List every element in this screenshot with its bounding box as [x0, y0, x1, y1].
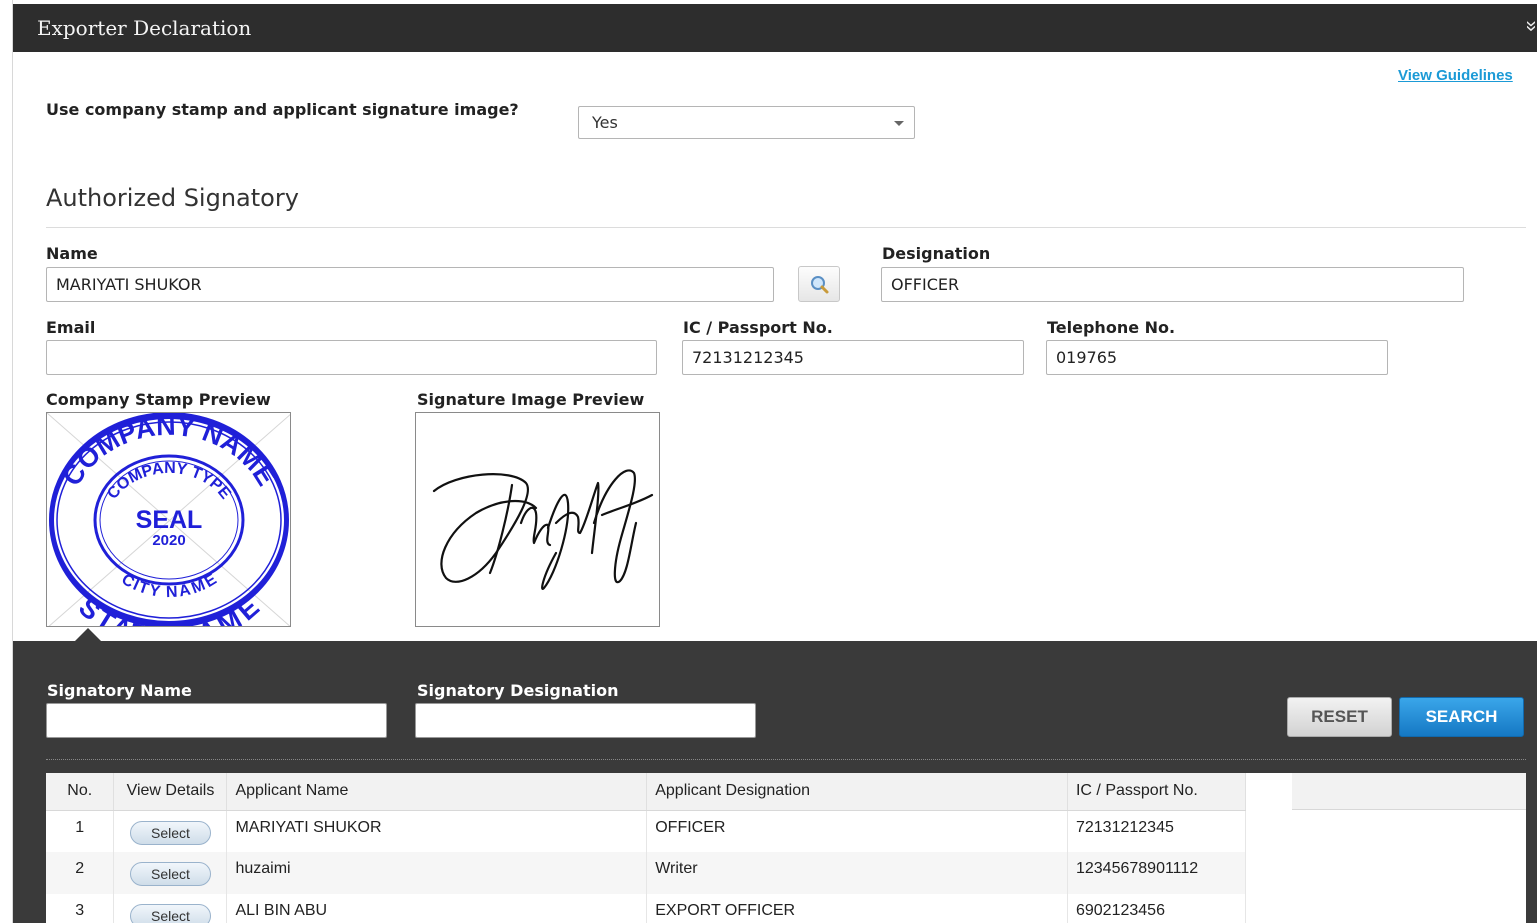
header-applicant-name[interactable]: Applicant Name — [226, 773, 648, 811]
search-panel-divider — [46, 759, 1526, 760]
cell-applicant-designation: Writer — [646, 852, 1068, 894]
select-button[interactable]: Select — [129, 904, 211, 923]
section-divider — [46, 227, 1526, 228]
use-stamp-select[interactable]: Yes — [578, 106, 915, 139]
svg-text:COMPANY NAME: COMPANY NAME — [57, 413, 282, 491]
signature-image — [432, 469, 654, 591]
designation-label: Designation — [882, 244, 991, 263]
page: Exporter Declaration » View Guidelines U… — [0, 0, 1537, 923]
cell-no: 1 — [46, 810, 115, 852]
signatory-table: No. View Details Applicant Name Applican… — [46, 773, 1526, 923]
panel-title: Exporter Declaration — [37, 16, 252, 40]
cell-applicant-designation: OFFICER — [646, 810, 1068, 852]
select-button[interactable]: Select — [129, 820, 211, 845]
designation-field[interactable]: OFFICER — [881, 267, 1464, 302]
signatory-designation-input[interactable] — [415, 703, 756, 738]
email-label: Email — [46, 318, 96, 337]
use-stamp-question-label: Use company stamp and applicant signatur… — [46, 100, 519, 119]
ic-passport-field[interactable]: 72131212345 — [682, 340, 1024, 375]
telephone-field[interactable]: 019765 — [1046, 340, 1388, 375]
table-row: 2 Select huzaimi Writer 12345678901112 — [46, 852, 1247, 894]
table-header-row: No. View Details Applicant Name Applican… — [46, 773, 1247, 811]
telephone-label: Telephone No. — [1047, 318, 1176, 337]
svg-text:COMPANY TYPE: COMPANY TYPE — [104, 460, 234, 503]
table-header-filler — [1292, 773, 1526, 810]
cell-no: 2 — [46, 852, 115, 894]
cell-applicant-name: huzaimi — [226, 852, 648, 894]
header-applicant-designation[interactable]: Applicant Designation — [646, 773, 1068, 811]
reset-button[interactable]: RESET — [1287, 697, 1392, 737]
company-stamp-preview: COMPANY NAME STATE NAME COMPANY TYPE CIT… — [46, 412, 291, 627]
email-field[interactable] — [46, 340, 657, 375]
table-row: 3 Select ALI BIN ABU EXPORT OFFICER 6902… — [46, 894, 1247, 923]
cell-view-details: Select — [113, 894, 228, 923]
name-field[interactable]: MARIYATI SHUKOR — [46, 267, 774, 302]
cell-ic-passport: 6902123456 — [1067, 894, 1247, 923]
signatory-designation-label: Signatory Designation — [417, 681, 619, 700]
stamp-center-text: SEAL — [136, 506, 203, 534]
section-title: Authorized Signatory — [46, 184, 299, 212]
cell-view-details: Select — [113, 810, 228, 852]
select-button[interactable]: Select — [129, 862, 211, 886]
cell-applicant-designation: EXPORT OFFICER — [646, 894, 1068, 923]
company-stamp-image: COMPANY NAME STATE NAME COMPANY TYPE CIT… — [47, 413, 290, 626]
cell-no: 3 — [46, 894, 115, 923]
name-label: Name — [46, 244, 98, 263]
left-edge — [0, 0, 13, 923]
signatory-name-input[interactable] — [46, 703, 387, 738]
stamp-preview-label: Company Stamp Preview — [46, 390, 271, 409]
table-row: 1 Select MARIYATI SHUKOR OFFICER 7213121… — [46, 810, 1247, 852]
signature-image-preview — [415, 412, 660, 627]
header-no[interactable]: No. — [46, 773, 115, 811]
cell-ic-passport: 72131212345 — [1067, 810, 1247, 852]
dropdown-arrow-icon — [894, 121, 904, 126]
header-view-details[interactable]: View Details — [113, 773, 228, 811]
signature-preview-label: Signature Image Preview — [417, 390, 645, 409]
view-guidelines-link[interactable]: View Guidelines — [1398, 67, 1513, 84]
cell-applicant-name: MARIYATI SHUKOR — [226, 810, 648, 852]
stamp-year-text: 2020 — [152, 532, 185, 549]
magnifier-icon — [811, 276, 829, 294]
stamp-inner-top-text: COMPANY TYPE — [104, 460, 234, 503]
use-stamp-select-value: Yes — [592, 113, 618, 132]
cell-applicant-name: ALI BIN ABU — [226, 894, 648, 923]
panel-pointer — [75, 628, 101, 641]
cell-ic-passport: 12345678901112 — [1067, 852, 1247, 894]
stamp-outer-top-text: COMPANY NAME — [57, 413, 282, 491]
stamp-inner-bottom-text: CITY NAME — [118, 571, 220, 601]
search-button[interactable]: SEARCH — [1399, 697, 1524, 737]
svg-text:CITY NAME: CITY NAME — [118, 571, 220, 601]
collapse-chevron-icon[interactable]: » — [1520, 20, 1537, 31]
cell-view-details: Select — [113, 852, 228, 894]
header-ic-passport[interactable]: IC / Passport No. — [1067, 773, 1247, 811]
panel-header[interactable]: Exporter Declaration » — [13, 4, 1537, 52]
signatory-name-label: Signatory Name — [47, 681, 192, 700]
name-lookup-button[interactable] — [798, 266, 840, 302]
ic-passport-label: IC / Passport No. — [683, 318, 833, 337]
